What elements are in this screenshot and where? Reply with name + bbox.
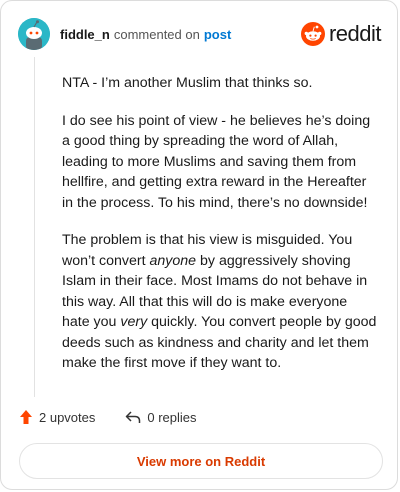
reddit-snoo-icon <box>300 22 325 46</box>
reddit-logo[interactable]: reddit <box>300 21 382 47</box>
post-link[interactable]: post <box>204 27 231 42</box>
reply-count: 0 replies <box>147 409 197 425</box>
reply-button[interactable]: 0 replies <box>125 409 197 425</box>
embed-card: fiddle_n commented on post reddit NTA - … <box>0 0 398 490</box>
username-link[interactable]: fiddle_n <box>60 27 110 42</box>
comment-body: NTA - I’m another Muslim that thinks so.… <box>62 73 378 391</box>
avatar[interactable] <box>18 18 50 50</box>
reddit-wordmark: reddit <box>328 21 382 46</box>
emphasis-text: anyone <box>149 252 197 269</box>
comment-paragraph: NTA - I’m another Muslim that thinks so. <box>62 73 378 94</box>
snoo-avatar-icon <box>18 18 50 50</box>
reply-arrow-icon <box>126 411 141 423</box>
view-more-label: View more on Reddit <box>136 453 266 469</box>
upvote-button[interactable]: 2 upvotes <box>19 409 95 425</box>
comment-meta: fiddle_n commented on post <box>60 27 231 42</box>
thread-line <box>34 57 35 397</box>
comment-paragraph: The problem is that his view is misguide… <box>62 230 378 374</box>
view-more-button[interactable]: View more on Reddit <box>19 443 383 479</box>
comment-text: I do see his point of view - he believes… <box>62 112 371 211</box>
comment-header: fiddle_n commented on post reddit <box>18 17 382 51</box>
upvote-count: 2 upvotes <box>39 409 96 425</box>
upvote-arrow-icon <box>20 410 32 424</box>
comment-actions: 2 upvotes 0 replies <box>19 409 197 425</box>
action-text: commented on <box>113 26 200 42</box>
comment-paragraph: I do see his point of view - he believes… <box>62 111 378 214</box>
comment-text: NTA - I’m another Muslim that thinks so. <box>62 75 313 91</box>
emphasis-text: very <box>120 314 148 330</box>
